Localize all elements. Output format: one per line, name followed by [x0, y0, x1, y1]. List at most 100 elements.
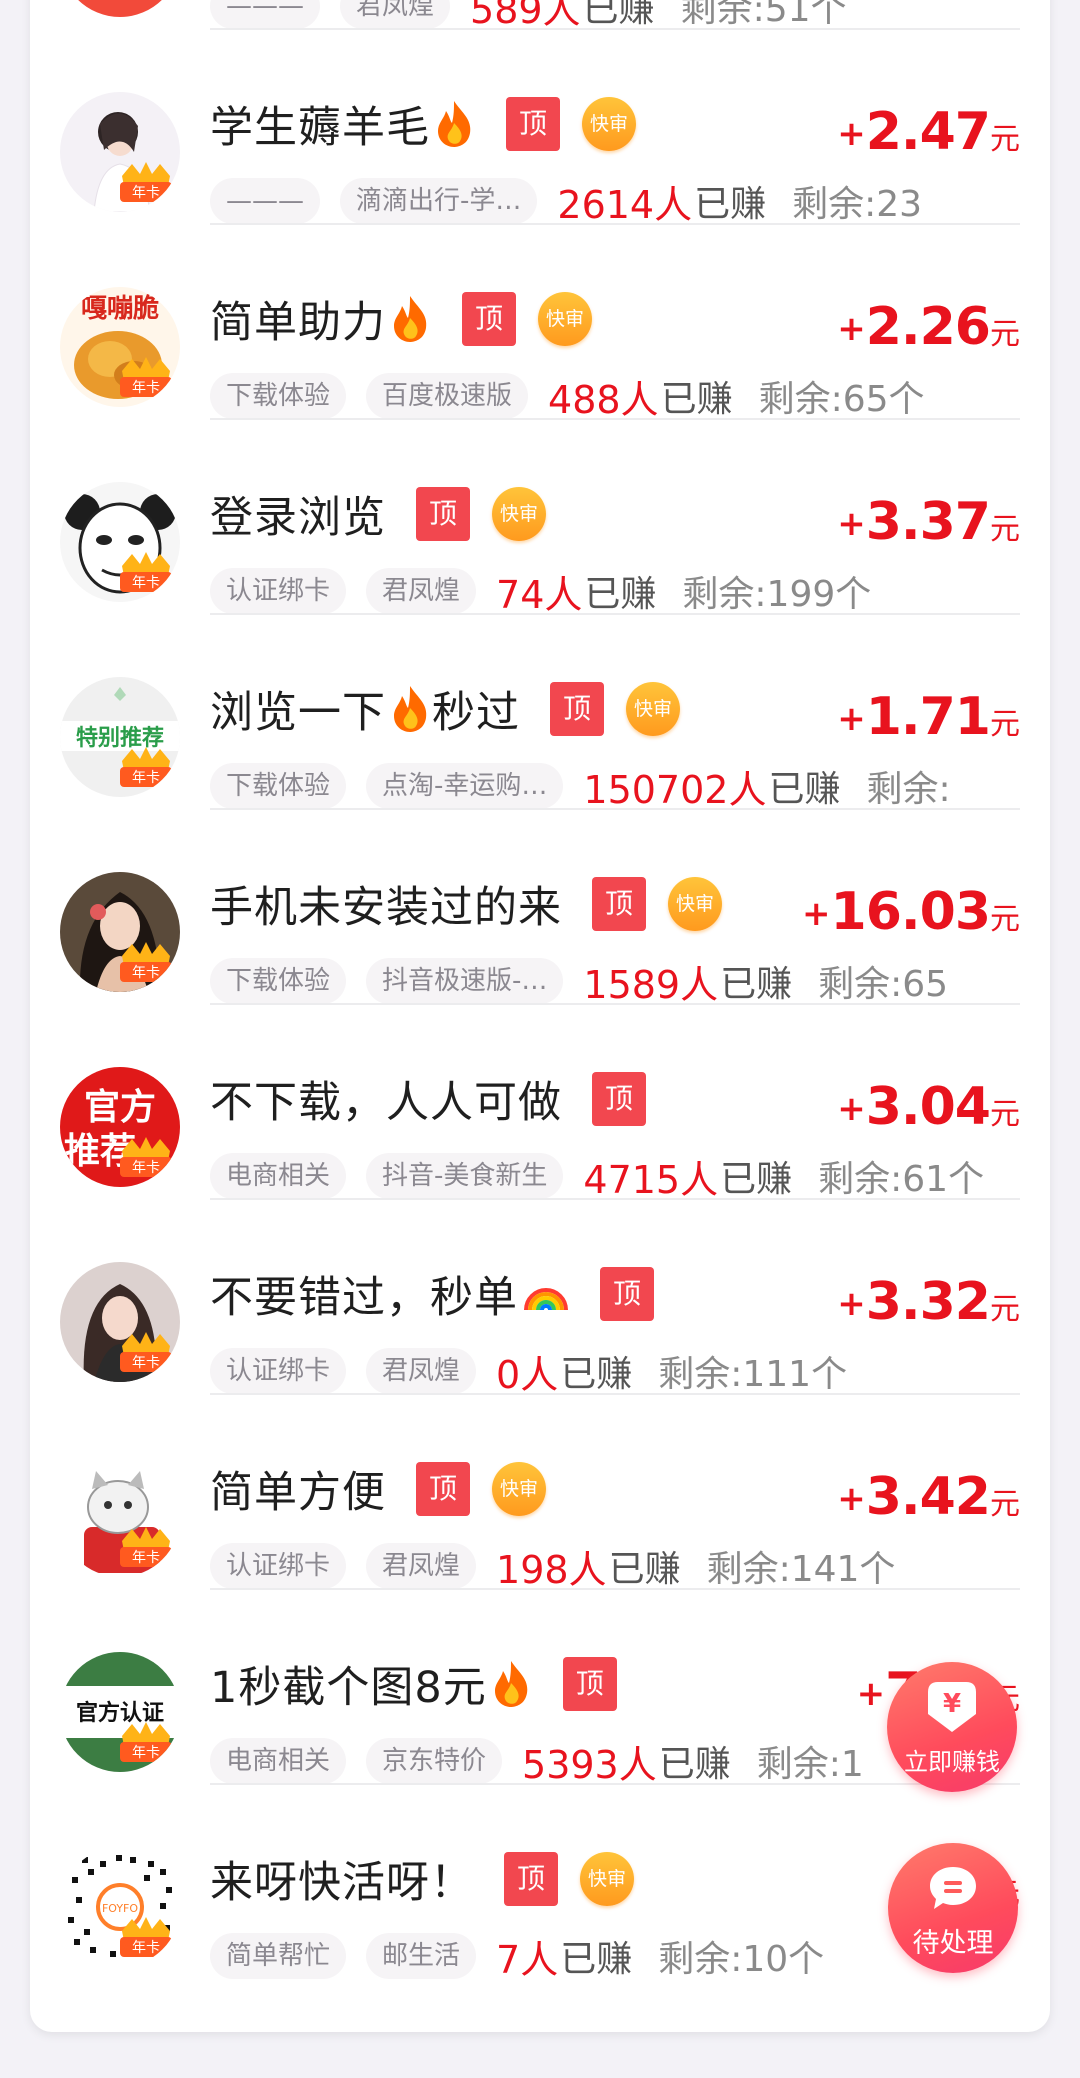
earned-label: 已赚: [660, 379, 733, 420]
annual-card-badge: 年卡: [120, 1137, 172, 1177]
earned-label: 已赚: [768, 769, 841, 810]
task-title-line: 简单方便 顶 快审: [210, 1457, 546, 1521]
annual-card-badge: 年卡: [120, 1527, 172, 1567]
task-tag: 君凤煌: [366, 1543, 477, 1589]
remaining-count: 剩余:111个: [658, 1354, 848, 1395]
task-row[interactable]: 年卡 手机未安装过的来 顶 快审 +16.03元 下载体验 抖音极速版-… 15…: [30, 810, 1050, 1006]
plus-sign: +: [837, 699, 866, 739]
earned-label: 已赚: [658, 1744, 731, 1785]
earn-now-button[interactable]: ¥ 立即赚钱: [887, 1662, 1017, 1792]
task-tag: 认证绑卡: [210, 1348, 347, 1394]
pinned-badge: 顶: [592, 1072, 646, 1126]
remaining-count: 剩余:141个: [706, 1549, 896, 1590]
avatar-text: 嘎嘣脆: [81, 293, 159, 324]
reward-price: +16.03元: [802, 882, 1020, 942]
remaining-count: 剩余:61个: [818, 1159, 985, 1200]
price-value: 3.42: [865, 1467, 991, 1527]
remaining-count: 剩余:199个: [682, 574, 872, 615]
earned-count: 4715人: [583, 1157, 719, 1202]
remaining-count: 剩余:: [866, 769, 951, 810]
pinned-badge: 顶: [550, 682, 604, 736]
plus-sign: +: [837, 504, 866, 544]
task-title: 来呀快活呀！: [210, 1858, 474, 1908]
annual-card-badge: 年卡: [120, 1332, 172, 1372]
annual-card-badge: 年卡: [120, 162, 172, 202]
task-tag: 电商相关: [210, 1738, 347, 1784]
pinned-badge: 顶: [416, 1462, 470, 1516]
task-tag: 滴滴出行-学…: [340, 178, 538, 224]
svg-text:年卡: 年卡: [132, 1355, 160, 1371]
task-title-line: 手机未安装过的来 顶 快审: [210, 872, 722, 936]
currency-unit: 元: [990, 1292, 1020, 1327]
reward-price: +3.04元: [837, 1077, 1020, 1137]
task-row[interactable]: 年卡 简单方便 顶 快审 +3.42元 认证绑卡 君凤煌 198人 已赚 剩余:…: [30, 1395, 1050, 1591]
task-tag: 京东特价: [366, 1738, 503, 1784]
reward-price: +2.26元: [837, 297, 1020, 357]
earn-now-label: 立即赚钱: [904, 1748, 1000, 1776]
price-value: 2.26: [865, 297, 991, 357]
task-row[interactable]: 年卡 不要错过，秒单 顶 +3.32元 认证绑卡 君凤煌 0人 已赚 剩余:11…: [30, 1200, 1050, 1396]
earned-count: 150702人: [583, 767, 767, 812]
task-row[interactable]: 官方 推荐 年卡 不下载，人人可做 顶 +3.04元 电商相关 抖音-美食新生 …: [30, 1005, 1050, 1202]
task-title-line: 不要错过，秒单 顶: [210, 1262, 654, 1326]
task-title-line: 浏览一下 秒过 顶 快审: [210, 677, 680, 741]
task-title: 浏览一下: [210, 688, 386, 738]
bottom-strip: [0, 2062, 1080, 2078]
remaining-count: 剩余:1: [756, 1744, 864, 1785]
earned-count: 488人: [548, 377, 659, 422]
fast-review-badge: 快审: [492, 1462, 546, 1516]
currency-unit: 元: [990, 707, 1020, 742]
avatar: 年卡: [60, 92, 180, 212]
pinned-badge: 顶: [416, 487, 470, 541]
avatar-text: 官方: [84, 1087, 156, 1128]
avatar-text: FOYFO: [102, 1902, 138, 1915]
task-title: 登录浏览: [210, 493, 386, 543]
annual-card-badge: 年卡: [120, 1917, 172, 1957]
earned-label: 已赚: [694, 184, 767, 225]
earned-label: 已赚: [720, 964, 793, 1005]
task-tag: 下载体验: [210, 373, 347, 419]
task-title: 学生薅羊毛: [210, 103, 430, 153]
task-tag: 抖音极速版-…: [366, 958, 564, 1004]
pending-button[interactable]: 待处理: [888, 1843, 1018, 1973]
earned-count: 589人: [470, 0, 581, 31]
flame-icon: [438, 101, 471, 147]
remaining-count: 剩余:65: [818, 964, 949, 1005]
task-meta: 下载体验 抖音极速版-… 1589人 已赚 剩余:65: [210, 956, 1020, 1006]
pinned-badge: 顶: [462, 292, 516, 346]
price-value: 3.04: [865, 1077, 991, 1137]
task-title: 不要错过，秒单: [210, 1273, 518, 1323]
earned-label: 已赚: [560, 1939, 633, 1980]
task-row[interactable]: 年卡 登录浏览 顶 快审 +3.37元 认证绑卡 君凤煌 74人 已赚 剩余:1…: [30, 420, 1050, 617]
task-title: 简单助力: [210, 298, 386, 348]
plus-sign: +: [837, 1089, 866, 1129]
svg-text:年卡: 年卡: [132, 185, 160, 201]
task-row[interactable]: 年卡 学生薅羊毛 顶 快审 +2.47元 ——— 滴滴出行-学… 2614人 已…: [30, 30, 1050, 226]
task-tag: 邮生活: [366, 1933, 477, 1979]
fast-review-badge: 快审: [538, 292, 592, 346]
task-tag: 认证绑卡: [210, 568, 347, 614]
task-title-line: 1秒截个图8元 顶: [210, 1652, 617, 1716]
task-title: 简单方便: [210, 1468, 386, 1518]
svg-text:年卡: 年卡: [132, 380, 160, 396]
price-value: 3.37: [865, 492, 991, 552]
svg-text:年卡: 年卡: [132, 770, 160, 786]
rainbow-icon: [524, 1288, 568, 1311]
currency-unit: 元: [990, 122, 1020, 157]
avatar-partial: [60, 0, 180, 17]
earned-count: 74人: [496, 572, 583, 617]
fast-review-badge: 快审: [580, 1852, 634, 1906]
yuan-gift-icon: ¥: [928, 1682, 976, 1732]
task-row-partial[interactable]: ——— 君凤煌 589人 已赚 剩余:51个: [30, 0, 1050, 31]
flame-icon: [494, 1661, 527, 1707]
task-title-suffix: 秒过: [432, 688, 520, 738]
task-tag: 下载体验: [210, 763, 347, 809]
remaining-count: 剩余:23: [792, 184, 923, 225]
price-value: 16.03: [830, 882, 991, 942]
svg-text:年卡: 年卡: [132, 1160, 160, 1176]
earned-label: 已赚: [560, 1354, 633, 1395]
pinned-badge: 顶: [562, 1657, 617, 1711]
task-row[interactable]: 特别推荐 年卡 浏览一下 秒过 顶 快审 +1.71元 下载体验 点淘-幸运购……: [30, 615, 1050, 812]
task-row[interactable]: 嘎嘣脆 年卡 简单助力 顶 快审 +2.26元 下载体验 百度极速版 488人 …: [30, 225, 1050, 422]
task-tag: 点淘-幸运购…: [366, 763, 564, 809]
